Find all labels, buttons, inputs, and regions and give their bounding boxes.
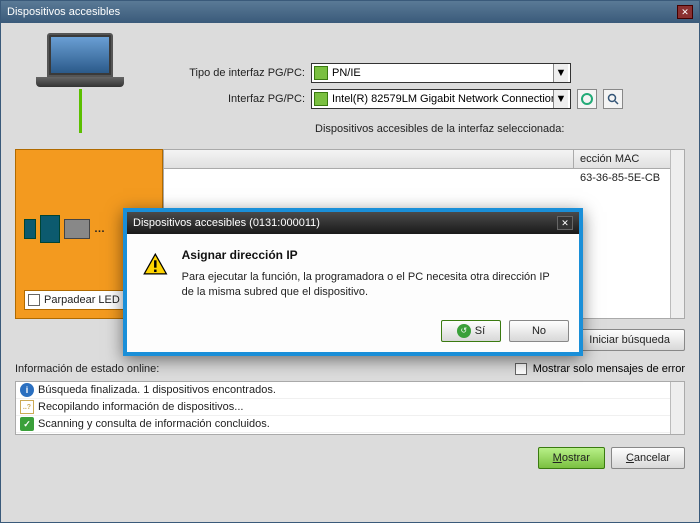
interface-form: Tipo de interfaz PG/PC: PN/IE ▼ Interfaz… <box>155 33 685 135</box>
log-line: ..? Recopilando información de dispositi… <box>16 399 684 416</box>
blink-led-label: Parpadear LED <box>44 294 120 306</box>
window-close-button[interactable]: ✕ <box>677 5 693 19</box>
yes-label: Sí <box>475 325 485 337</box>
progress-icon: ..? <box>20 400 34 414</box>
show-button[interactable]: Mostrar <box>538 447 605 469</box>
start-search-button[interactable]: Iniciar búsqueda <box>574 329 685 351</box>
dialog-titlebar[interactable]: Dispositivos accesibles (0131:000011) ✕ <box>127 212 579 234</box>
subheader: Dispositivos accesibles de la interfaz s… <box>315 123 685 135</box>
confirm-icon: ↺ <box>457 324 471 338</box>
pgpc-type-select[interactable]: PN/IE ▼ <box>311 63 571 83</box>
pgpc-type-label: Tipo de interfaz PG/PC: <box>155 67 305 79</box>
table-row[interactable]: 63-36-85-5E-CB <box>164 169 684 187</box>
dialog-heading: Asignar dirección IP <box>182 248 563 262</box>
chevron-down-icon[interactable]: ▼ <box>553 64 568 82</box>
vertical-scrollbar[interactable] <box>670 382 684 434</box>
device-icon <box>64 219 90 239</box>
cancel-button[interactable]: Cancelar <box>611 447 685 469</box>
pgpc-iface-row: Interfaz PG/PC: Intel(R) 82579LM Gigabit… <box>155 89 685 109</box>
pgpc-iface-select[interactable]: Intel(R) 82579LM Gigabit Network Connect… <box>311 89 571 109</box>
col-mac: ección MAC <box>574 150 684 168</box>
search-icon <box>607 93 619 105</box>
no-label: No <box>532 325 546 337</box>
device-icon <box>40 215 60 243</box>
cancel-label: Cancelar <box>626 452 670 464</box>
window-titlebar[interactable]: Dispositivos accesibles ✕ <box>1 1 699 23</box>
vertical-scrollbar[interactable] <box>670 150 684 318</box>
status-label: Información de estado online: <box>15 363 159 375</box>
dialog-text: Asignar dirección IP Para ejecutar la fu… <box>182 248 563 300</box>
dialog-close-button[interactable]: ✕ <box>557 216 573 230</box>
ellipsis-icon: … <box>94 223 105 235</box>
log-text: Búsqueda finalizada. 1 dispositivos enco… <box>38 384 276 396</box>
cell-mac: 63-36-85-5E-CB <box>574 169 684 187</box>
pgpc-iface-label: Interfaz PG/PC: <box>155 93 305 105</box>
pgpc-iface-value: Intel(R) 82579LM Gigabit Network Connect… <box>332 93 553 105</box>
status-log[interactable]: i Búsqueda finalizada. 1 dispositivos en… <box>15 381 685 435</box>
nic-icon <box>314 92 328 106</box>
dialog-body: Asignar dirección IP Para ejecutar la fu… <box>127 234 579 314</box>
chevron-down-icon[interactable]: ▼ <box>553 90 568 108</box>
warning-icon <box>143 248 168 280</box>
configure-icon <box>581 93 593 105</box>
device-icon <box>24 219 36 239</box>
table-header: ección MAC <box>164 150 684 169</box>
window-title: Dispositivos accesibles <box>7 6 120 18</box>
dialog-message: Para ejecutar la función, la programador… <box>182 270 563 300</box>
top-row: Tipo de interfaz PG/PC: PN/IE ▼ Interfaz… <box>15 33 685 135</box>
pgpc-type-row: Tipo de interfaz PG/PC: PN/IE ▼ <box>155 63 685 83</box>
show-label: Mostrar <box>553 452 590 464</box>
pnie-icon <box>314 66 328 80</box>
status-header-row: Información de estado online: Mostrar so… <box>15 363 685 375</box>
log-text: Recopilando información de dispositivos.… <box>38 401 243 413</box>
configure-button[interactable] <box>577 89 597 109</box>
no-button[interactable]: No <box>509 320 569 342</box>
errors-only-checkbox[interactable] <box>515 363 527 375</box>
log-line: i Búsqueda finalizada. 1 dispositivos en… <box>16 382 684 399</box>
pgpc-type-value: PN/IE <box>332 67 553 79</box>
dialog-buttons: ↺ Sí No <box>127 314 579 352</box>
accessible-devices-window: Dispositivos accesibles ✕ Tipo de interf… <box>0 0 700 523</box>
laptop-base-icon <box>36 77 124 87</box>
connection-line <box>79 89 82 133</box>
assign-ip-dialog: Dispositivos accesibles (0131:000011) ✕ … <box>123 208 583 356</box>
laptop-graphic <box>35 33 125 135</box>
footer-buttons: Mostrar Cancelar <box>15 447 685 469</box>
info-icon: i <box>20 383 34 397</box>
log-line: ✓ Scanning y consulta de información con… <box>16 416 684 433</box>
check-icon: ✓ <box>20 417 34 431</box>
yes-button[interactable]: ↺ Sí <box>441 320 501 342</box>
blink-led-checkbox[interactable] <box>28 294 40 306</box>
laptop-screen-icon <box>47 33 113 77</box>
window-content: Tipo de interfaz PG/PC: PN/IE ▼ Interfaz… <box>1 23 699 522</box>
start-search-label: Iniciar búsqueda <box>589 334 670 346</box>
log-text: Scanning y consulta de información concl… <box>38 418 270 430</box>
properties-button[interactable] <box>603 89 623 109</box>
errors-only-label: Mostrar solo mensajes de error <box>533 363 685 375</box>
dialog-title: Dispositivos accesibles (0131:000011) <box>133 217 320 229</box>
